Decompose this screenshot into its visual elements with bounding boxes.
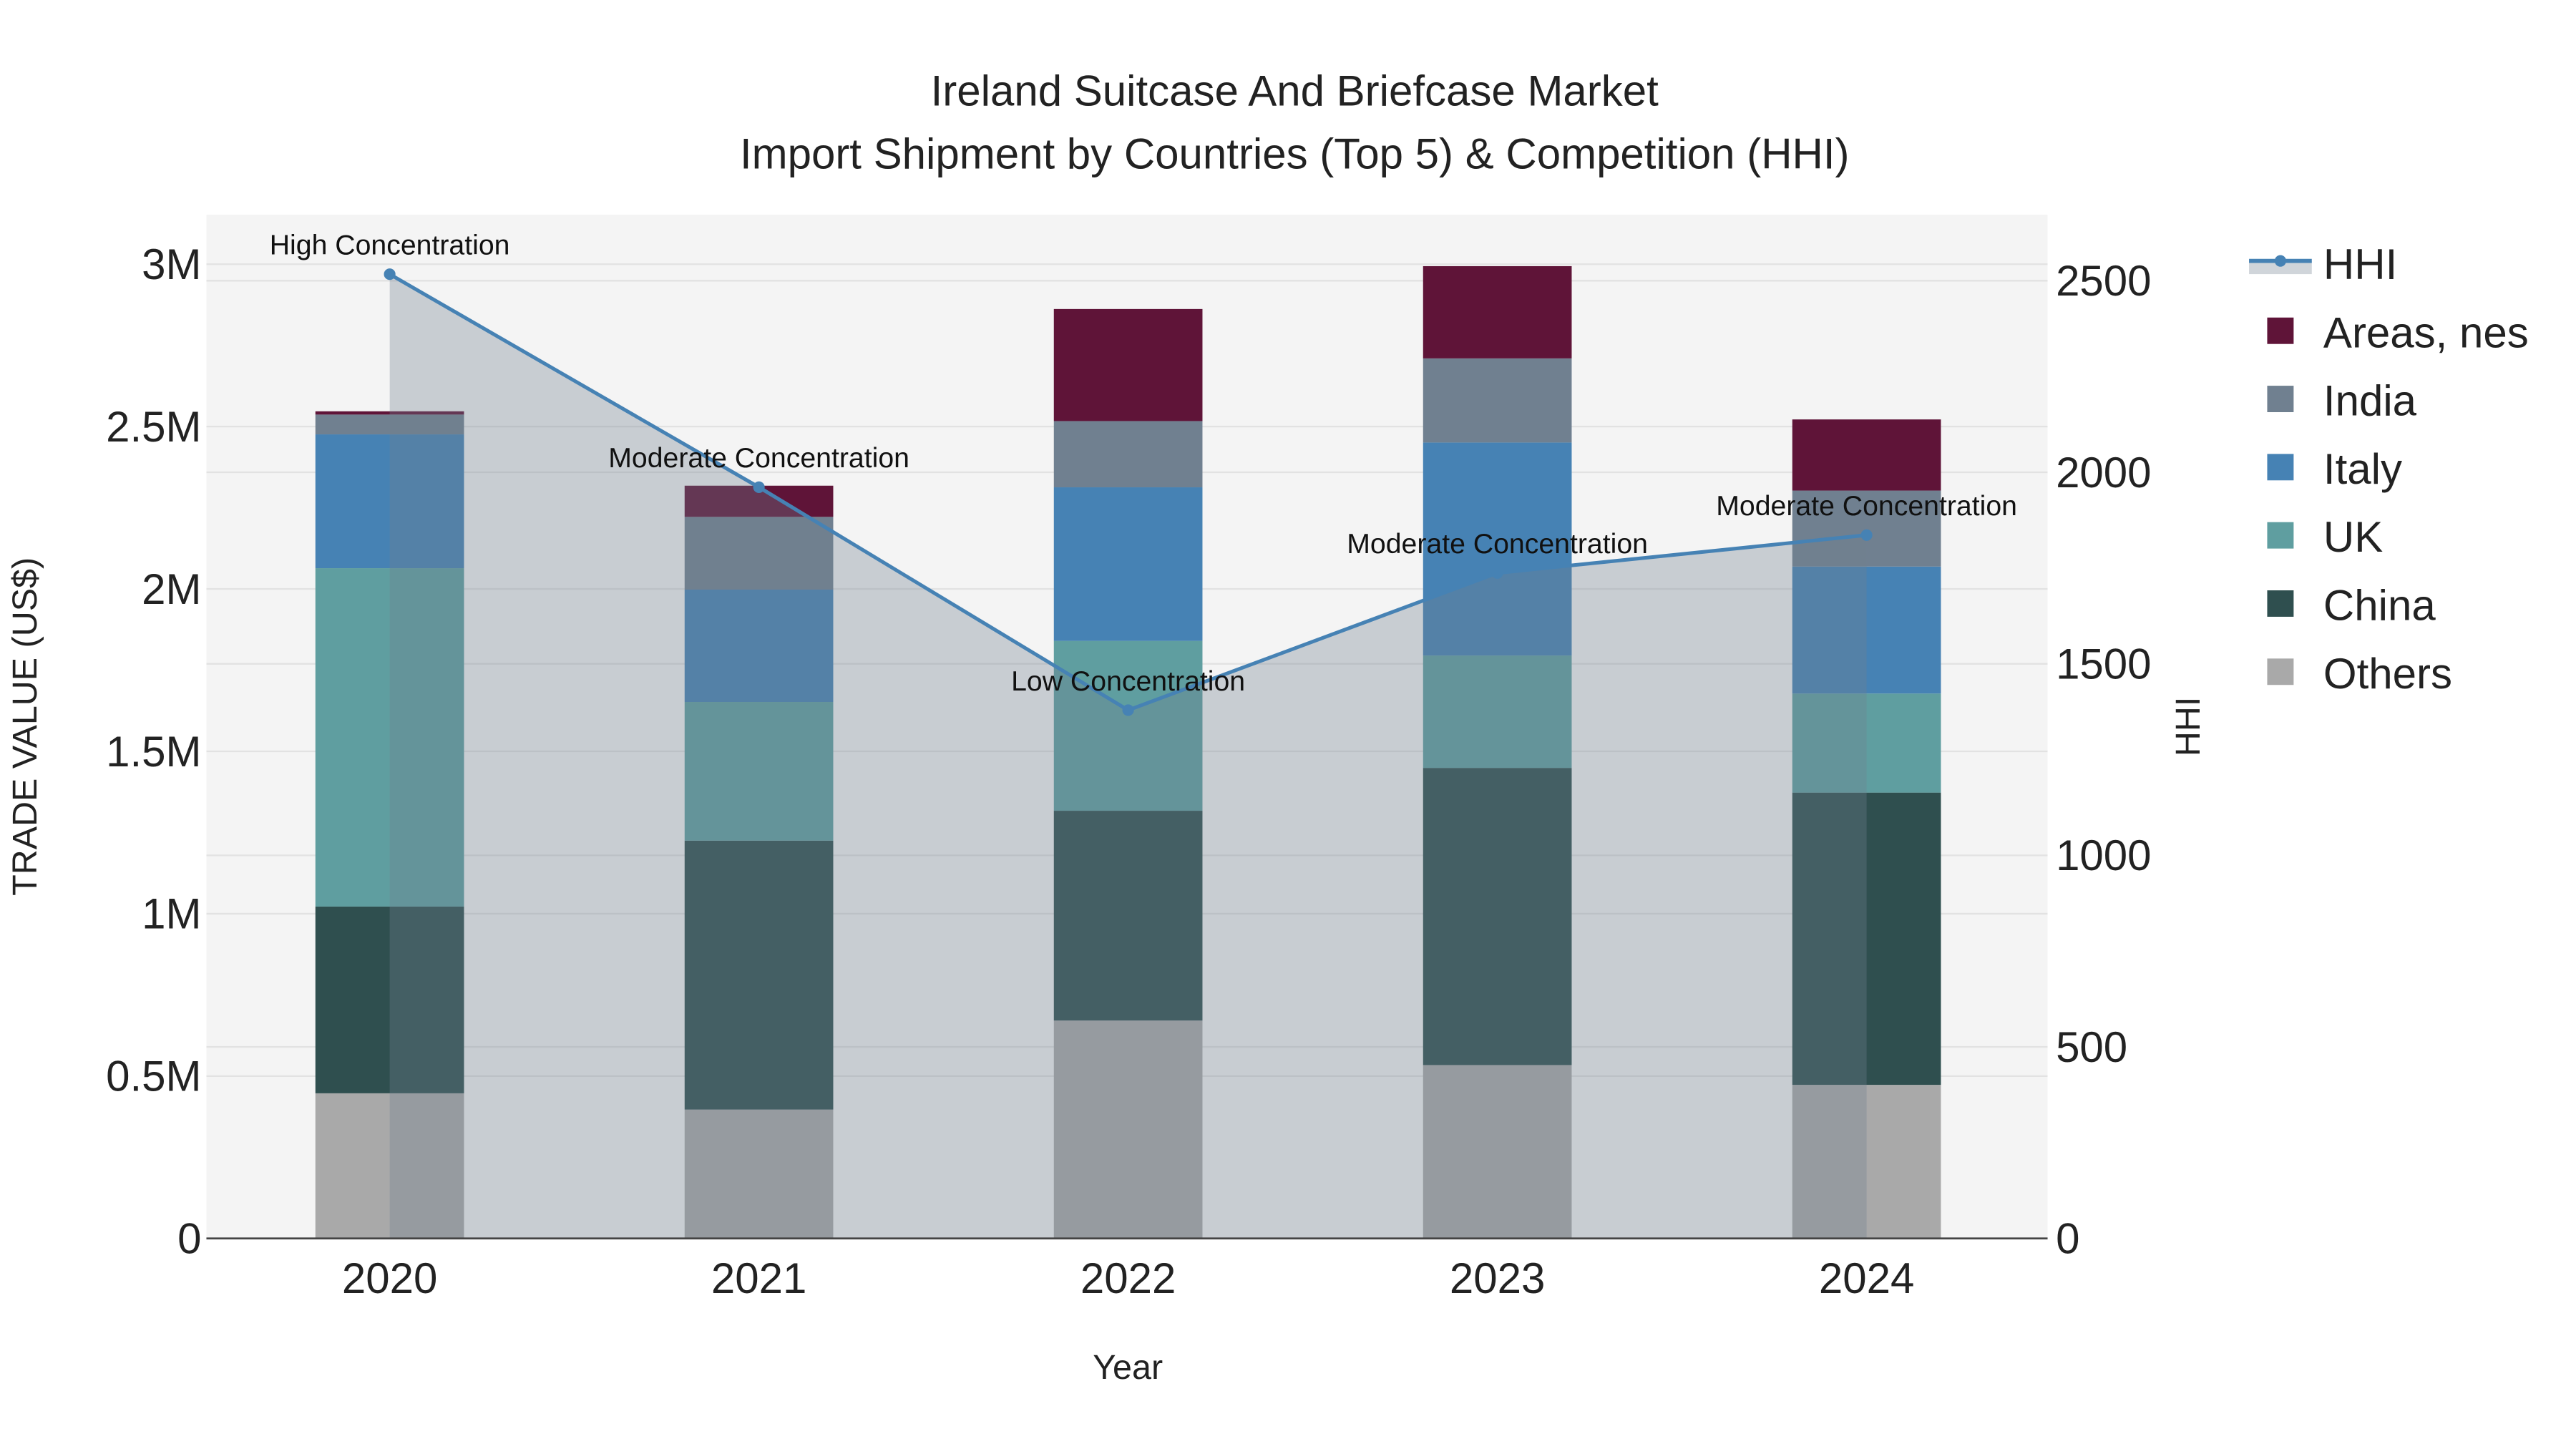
x-tick-label: 2022 <box>1080 1254 1176 1302</box>
legend-swatch <box>2267 658 2294 686</box>
x-tick-label: 2024 <box>1819 1254 1914 1302</box>
hhi-annotation-2023: Moderate Concentration <box>1347 528 1648 560</box>
y-axis-title: TRADE VALUE (US$) <box>6 557 44 896</box>
bar-areas-nes-2023 <box>1423 265 1572 358</box>
bar-india-2023 <box>1423 358 1572 443</box>
legend-item-italy[interactable]: Italy <box>2267 445 2402 493</box>
legend-label: China <box>2323 582 2436 630</box>
y-tick-label: 2M <box>142 565 201 613</box>
chart-title-line1: Ireland Suitcase And Briefcase Market <box>931 67 1659 115</box>
y2-tick-label: 2500 <box>2056 257 2151 305</box>
x-tick-label: 2023 <box>1450 1254 1545 1302</box>
x-tick-label: 2021 <box>711 1254 806 1302</box>
y-tick-label: 1M <box>142 890 201 938</box>
legend-item-india[interactable]: India <box>2267 377 2417 425</box>
legend: HHI Areas, nes India Italy UK China Others <box>2249 240 2529 698</box>
x-tick-label: 2020 <box>342 1254 437 1302</box>
legend-item-uk[interactable]: UK <box>2267 513 2383 561</box>
hhi-annotation-2021: Moderate Concentration <box>608 442 909 474</box>
y2-tick-label: 0 <box>2056 1215 2079 1263</box>
legend-item-areas-nes[interactable]: Areas, nes <box>2267 308 2529 356</box>
legend-label: HHI <box>2323 240 2397 288</box>
hhi-point-2022 <box>1122 704 1134 716</box>
y-tick-label: 1.5M <box>106 728 201 776</box>
y2-tick-label: 1000 <box>2056 831 2151 879</box>
legend-swatch <box>2267 522 2294 549</box>
legend-label: India <box>2323 377 2417 425</box>
y2-tick-label: 2000 <box>2056 449 2151 497</box>
bar-india-2022 <box>1053 421 1203 488</box>
bar-italy-2022 <box>1053 487 1203 641</box>
y-tick-label: 0.5M <box>106 1053 201 1101</box>
legend-swatch <box>2267 590 2294 617</box>
y-tick-label: 0 <box>177 1215 201 1263</box>
y-tick-label: 3M <box>142 240 201 288</box>
legend-item-china[interactable]: China <box>2267 582 2436 630</box>
y2-axis-title: HHI <box>2169 697 2207 756</box>
legend-label: UK <box>2323 513 2383 561</box>
bar-areas-nes-2024 <box>1792 419 1941 491</box>
hhi-annotation-2022: Low Concentration <box>1011 665 1245 697</box>
x-axis-title: Year <box>1093 1348 1163 1387</box>
hhi-point-2023 <box>1491 567 1503 579</box>
hhi-annotation-2020: High Concentration <box>270 230 510 261</box>
y2-tick-label: 500 <box>2056 1023 2127 1071</box>
hhi-annotation-2024: Moderate Concentration <box>1716 490 2017 522</box>
hhi-point-2024 <box>1860 529 1873 541</box>
legend-swatch-marker <box>2274 255 2286 267</box>
chart-title-line2: Import Shipment by Countries (Top 5) & C… <box>740 130 1850 177</box>
legend-label: Areas, nes <box>2323 308 2529 356</box>
legend-label: Italy <box>2323 445 2402 493</box>
legend-label: Others <box>2323 650 2452 698</box>
y-tick-label: 2.5M <box>106 403 201 451</box>
chart: Ireland Suitcase And Briefcase Market Im… <box>6 67 2529 1387</box>
hhi-point-2020 <box>384 268 396 280</box>
bar-areas-nes-2022 <box>1053 308 1203 421</box>
legend-swatch <box>2267 386 2294 412</box>
y2-tick-label: 1500 <box>2056 640 2151 688</box>
legend-item-hhi[interactable]: HHI <box>2249 240 2397 288</box>
legend-swatch <box>2267 454 2294 481</box>
hhi-point-2021 <box>753 481 765 493</box>
legend-swatch <box>2267 317 2294 344</box>
legend-item-others[interactable]: Others <box>2267 650 2452 698</box>
